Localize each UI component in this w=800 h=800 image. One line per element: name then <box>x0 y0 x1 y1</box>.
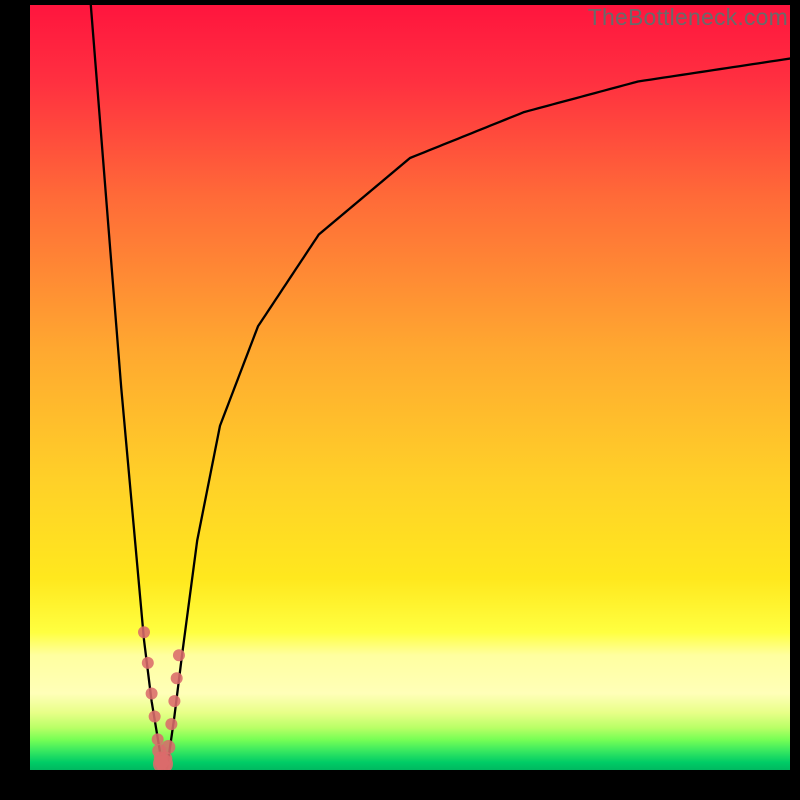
data-point <box>171 672 183 684</box>
watermark-text: TheBottleneck.com <box>588 4 788 31</box>
curve-left-branch <box>91 5 163 770</box>
data-point <box>142 657 154 669</box>
data-point <box>152 733 164 745</box>
data-point <box>161 740 175 754</box>
data-point <box>138 626 150 638</box>
curve-right-branch <box>167 59 790 770</box>
data-point <box>165 718 177 730</box>
data-point <box>149 710 161 722</box>
data-point <box>146 688 158 700</box>
data-point <box>168 695 180 707</box>
plot-frame <box>30 5 790 770</box>
data-point <box>173 649 185 661</box>
curves-layer <box>30 5 790 770</box>
